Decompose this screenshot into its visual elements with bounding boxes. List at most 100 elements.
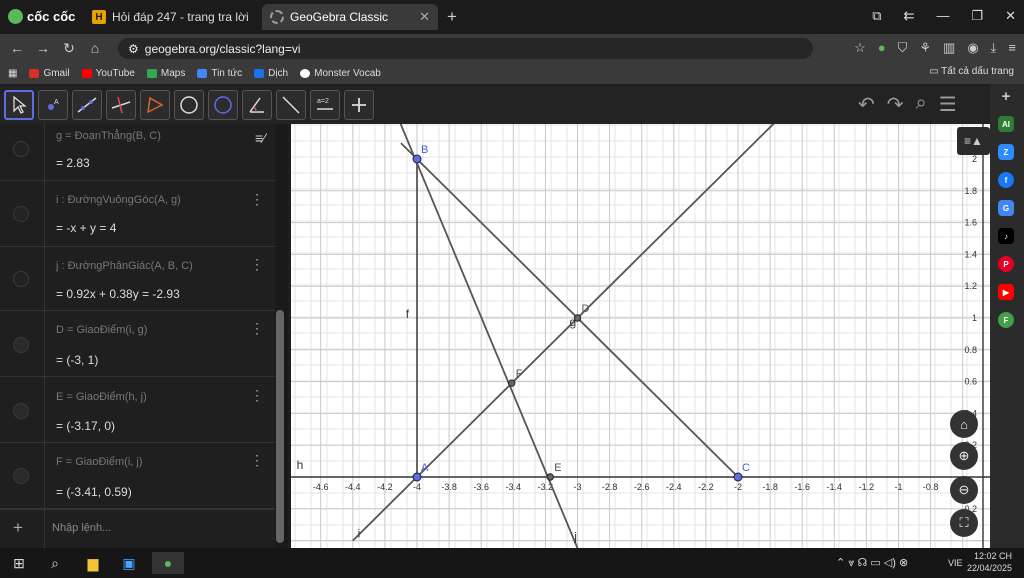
bookmark-youtube[interactable]: YouTube [81, 68, 135, 79]
algebra-row-j[interactable]: j : ĐườngPhânGiác(A, B, C) = 0.92x + 0.3… [0, 247, 275, 311]
sidebar-icon[interactable]: ▥ [943, 40, 955, 56]
facebook-icon[interactable]: f [998, 172, 1014, 188]
zoom-in-icon[interactable]: ⊕ [950, 442, 978, 470]
tab-geogebra[interactable]: GeoGebra Classic ✕ [262, 4, 438, 30]
file-explorer-icon[interactable]: ▆ [82, 552, 104, 574]
tiktok-icon[interactable]: ♪ [998, 228, 1014, 244]
avatar[interactable]: ◉ [967, 40, 978, 56]
fullscreen-icon[interactable]: ⛶ [950, 509, 978, 537]
x-tick-label: -3.4 [506, 482, 522, 492]
site-info-icon[interactable]: ⚙ [128, 42, 139, 56]
sort-icon[interactable]: ≡⁄ [255, 130, 266, 146]
circle-tool[interactable] [174, 90, 204, 120]
window-controls: ⧉ ⇇ — ❐ ✕ [872, 8, 1016, 24]
circle-icon [180, 96, 198, 114]
close-window-button[interactable]: ✕ [1005, 8, 1016, 24]
extensions-icon[interactable]: ⚘ [919, 40, 931, 56]
star-icon[interactable]: ☆ [854, 40, 866, 56]
point-tool[interactable]: A [38, 90, 68, 120]
algebra-row-g[interactable]: g = ĐoạnThẳng(B, C) = 2.83 [0, 124, 275, 181]
polygon-tool[interactable] [140, 90, 170, 120]
bookmark-gmail[interactable]: Gmail [29, 68, 70, 79]
tab-hoidap[interactable]: H Hỏi đáp 247 - trang tra lời [84, 4, 258, 30]
reflect-tool[interactable] [276, 90, 306, 120]
row-more-icon[interactable]: ⋮ [250, 387, 264, 404]
apps-icon[interactable]: ▦ [8, 68, 17, 79]
bookmark-news[interactable]: Tin tức [197, 68, 242, 79]
shield-icon[interactable]: ⛉ [898, 40, 908, 56]
restore-button[interactable]: ❐ [971, 8, 983, 24]
search-taskbar-icon[interactable]: ⌕ [44, 552, 66, 574]
more-tools[interactable] [344, 90, 374, 120]
visibility-toggle[interactable] [13, 403, 29, 419]
algebra-row-F[interactable]: F = GiaoĐiểm(i, j) = (-3.41, 0.59) ⋮ [0, 443, 275, 509]
google-translate-icon[interactable]: G [998, 200, 1014, 216]
algebra-row-E[interactable]: E = GiaoĐiểm(h, j) = (-3.17, 0) ⋮ [0, 377, 275, 443]
graphics-style-button[interactable]: ≡▲ [957, 127, 990, 155]
graphics-view[interactable]: -4.6 -4.4 -4.2 -4 -3.8 -3.6 -3.4 -3.2 -3 -2.8 -2.6… [291, 124, 990, 548]
visibility-toggle[interactable] [13, 271, 29, 287]
visibility-toggle[interactable] [13, 337, 29, 353]
browser-logo[interactable]: cốc cốc [8, 9, 75, 24]
moon-icon[interactable]: ● [878, 40, 886, 56]
graphics-canvas[interactable]: -4.6 -4.4 -4.2 -4 -3.8 -3.6 -3.4 -3.2 -3 -2.8 -2.6… [291, 124, 990, 548]
back-tabs-icon[interactable]: ⇇ [904, 8, 915, 24]
coccoc-taskbar-icon[interactable]: ● [152, 552, 184, 574]
close-tab-icon[interactable]: ✕ [419, 9, 430, 25]
zoom-out-icon[interactable]: ⊖ [950, 476, 978, 504]
y-tick-label: 1.6 [964, 218, 977, 228]
store-icon[interactable]: ▣ [118, 552, 140, 574]
input-bar[interactable]: + Nhập lệnh... [0, 509, 275, 548]
home-icon[interactable]: ⌂ [82, 40, 108, 56]
line-tool[interactable] [72, 90, 102, 120]
bookmark-translate[interactable]: Dịch [254, 68, 288, 79]
new-tab-button[interactable]: + [447, 7, 457, 27]
sidebar-add-icon[interactable]: + [998, 88, 1014, 105]
perpendicular-line-tool[interactable] [106, 90, 136, 120]
bookmark-monster-vocab[interactable]: Monster Vocab [300, 68, 381, 79]
pinterest-icon[interactable]: P [998, 256, 1014, 272]
algebra-row-D[interactable]: D = GiaoĐiểm(i, g) = (-3, 1) ⋮ [0, 311, 275, 377]
tray-icons[interactable]: ⌃ ⩔ ☊ ▭ ◁) ⊗ [836, 556, 908, 570]
row-more-icon[interactable]: ⋮ [250, 256, 264, 273]
download-icon[interactable]: ⤓ [991, 40, 997, 56]
x-tick-label: -4.2 [377, 482, 393, 492]
x-tick-label: -4.6 [313, 482, 329, 492]
ai-icon[interactable]: AI [998, 116, 1014, 132]
youtube-sidebar-icon[interactable]: ▶ [998, 284, 1014, 300]
menu-icon[interactable]: ≡ [1008, 40, 1016, 56]
hamburger-menu-icon[interactable]: ☰ [939, 92, 957, 117]
zalo-icon[interactable]: Z [998, 144, 1014, 160]
reload-icon[interactable]: ↻ [56, 40, 82, 57]
scrollbar-thumb[interactable] [276, 310, 284, 543]
screenshot-icon[interactable]: ⧉ [872, 8, 881, 24]
clock[interactable]: 12:02 CH 22/04/2025 [967, 550, 1012, 574]
feedly-icon[interactable]: F [998, 312, 1014, 328]
row-more-icon[interactable]: ⋮ [250, 191, 264, 208]
reflect-icon [282, 96, 300, 114]
add-input-icon[interactable]: + [13, 518, 23, 538]
forward-icon[interactable]: → [30, 40, 56, 56]
back-icon[interactable]: ← [4, 40, 30, 56]
move-tool[interactable] [4, 90, 34, 120]
url-field[interactable]: ⚙ geogebra.org/classic?lang=vi [118, 38, 813, 59]
minimize-button[interactable]: — [936, 8, 949, 24]
coccoc-icon [8, 9, 23, 24]
all-bookmarks[interactable]: ▭ Tất cả dấu trang [929, 66, 1014, 77]
algebra-row-i[interactable]: i : ĐườngVuôngGóc(A, g) = -x + y = 4 ⋮ [0, 181, 275, 247]
gmail-icon [29, 68, 40, 78]
bookmark-maps[interactable]: Maps [146, 68, 185, 79]
home-view-icon[interactable]: ⌂ [950, 410, 978, 438]
windows-start-icon[interactable]: ⊞ [8, 552, 30, 574]
search-icon[interactable]: ⌕ [916, 92, 927, 117]
slider-tool[interactable]: a=2 [310, 90, 340, 120]
undo-icon[interactable]: ↶ [858, 92, 875, 117]
row-more-icon[interactable]: ⋮ [250, 320, 264, 337]
visibility-toggle[interactable] [13, 141, 29, 157]
visibility-toggle[interactable] [13, 206, 29, 222]
visibility-toggle[interactable] [13, 468, 29, 484]
angle-tool[interactable] [242, 90, 272, 120]
row-more-icon[interactable]: ⋮ [250, 452, 264, 469]
redo-icon[interactable]: ↷ [887, 92, 904, 117]
ellipse-tool[interactable] [208, 90, 238, 120]
